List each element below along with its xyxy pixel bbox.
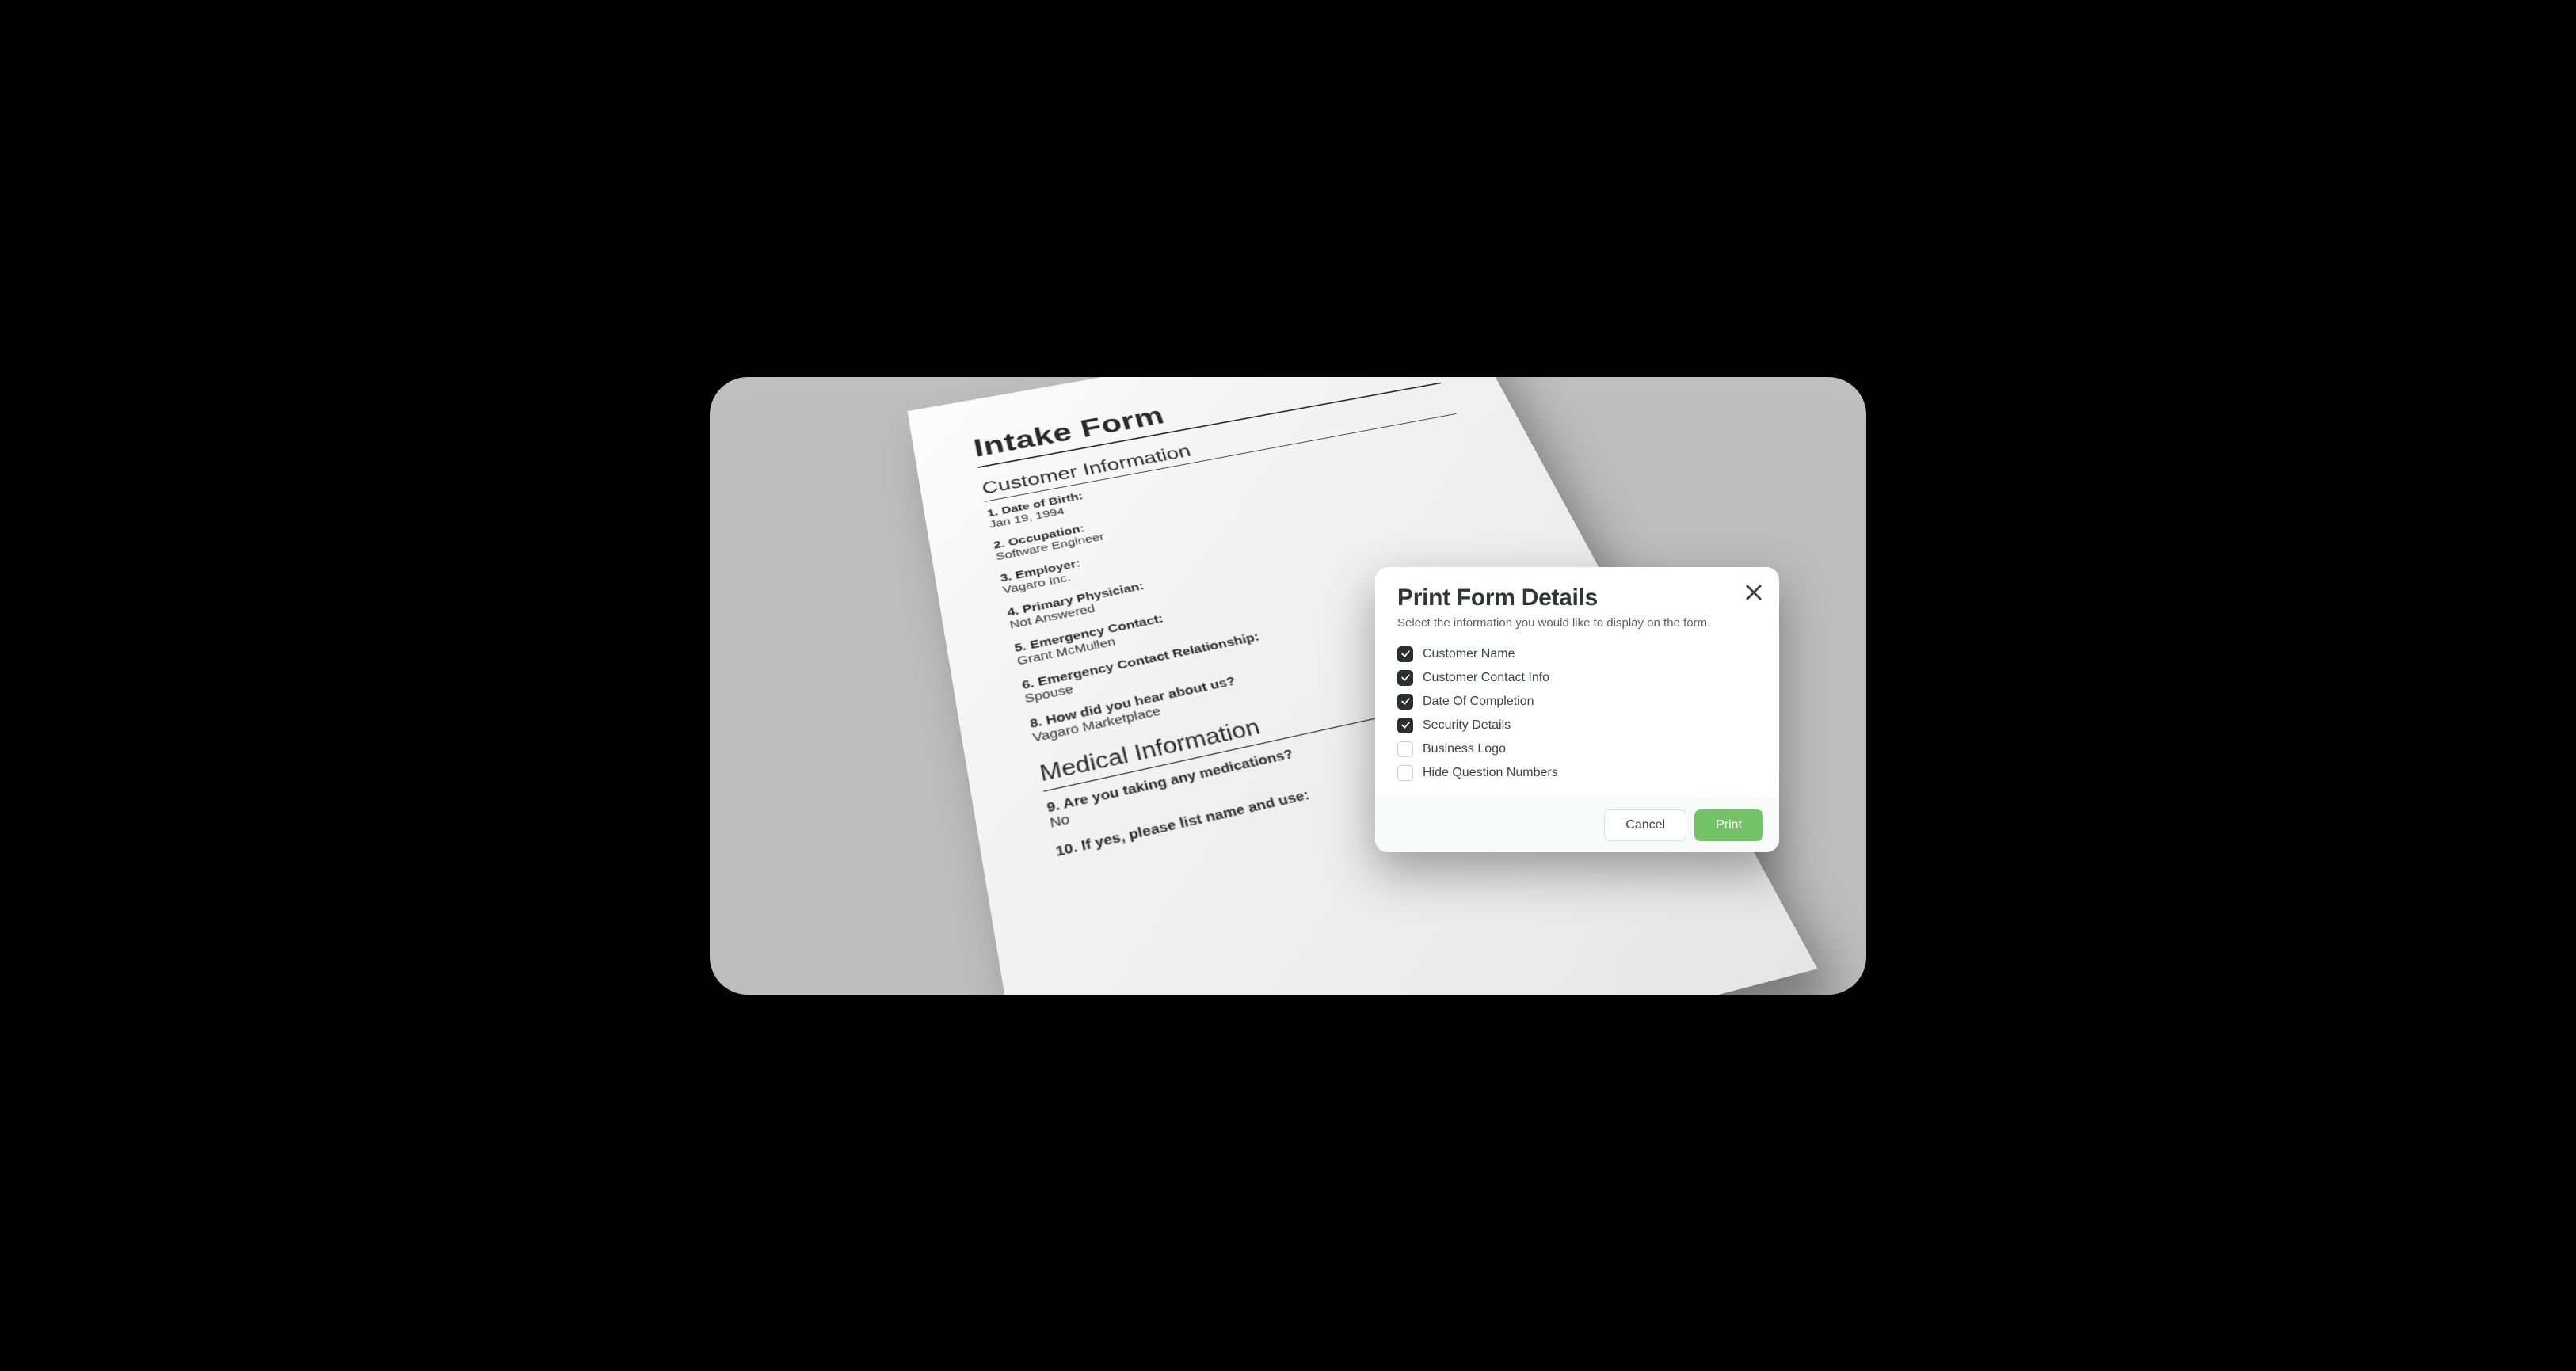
checkbox-label: Date Of Completion bbox=[1423, 695, 1534, 709]
checkbox-label: Customer Name bbox=[1423, 647, 1515, 661]
checkbox-label: Customer Contact Info bbox=[1423, 671, 1549, 685]
checkbox-checked-icon[interactable] bbox=[1397, 718, 1413, 733]
checkbox-unchecked-icon[interactable] bbox=[1397, 765, 1413, 781]
app-frame: Intake Form Customer Information1. Date … bbox=[710, 377, 1866, 995]
checkbox-label: Business Logo bbox=[1423, 742, 1506, 756]
print-button[interactable]: Print bbox=[1694, 809, 1763, 841]
checkbox-unchecked-icon[interactable] bbox=[1397, 741, 1413, 757]
checkbox-row[interactable]: Date Of Completion bbox=[1397, 690, 1759, 714]
checkbox-checked-icon[interactable] bbox=[1397, 694, 1413, 710]
cancel-button[interactable]: Cancel bbox=[1604, 809, 1686, 841]
checkbox-row[interactable]: Hide Question Numbers bbox=[1397, 761, 1759, 785]
dialog-footer: Cancel Print bbox=[1375, 798, 1779, 852]
checkbox-checked-icon[interactable] bbox=[1397, 646, 1413, 662]
close-icon[interactable] bbox=[1743, 581, 1765, 604]
checkbox-label: Security Details bbox=[1423, 718, 1511, 733]
checkbox-row[interactable]: Security Details bbox=[1397, 714, 1759, 737]
print-form-details-dialog: Print Form Details Select the informatio… bbox=[1375, 567, 1779, 852]
checkbox-checked-icon[interactable] bbox=[1397, 670, 1413, 686]
checkbox-row[interactable]: Customer Name bbox=[1397, 642, 1759, 666]
dialog-title: Print Form Details bbox=[1397, 585, 1759, 611]
checkbox-label: Hide Question Numbers bbox=[1423, 766, 1558, 780]
checkbox-row[interactable]: Business Logo bbox=[1397, 737, 1759, 761]
checkbox-row[interactable]: Customer Contact Info bbox=[1397, 666, 1759, 690]
dialog-subtitle: Select the information you would like to… bbox=[1397, 616, 1759, 630]
